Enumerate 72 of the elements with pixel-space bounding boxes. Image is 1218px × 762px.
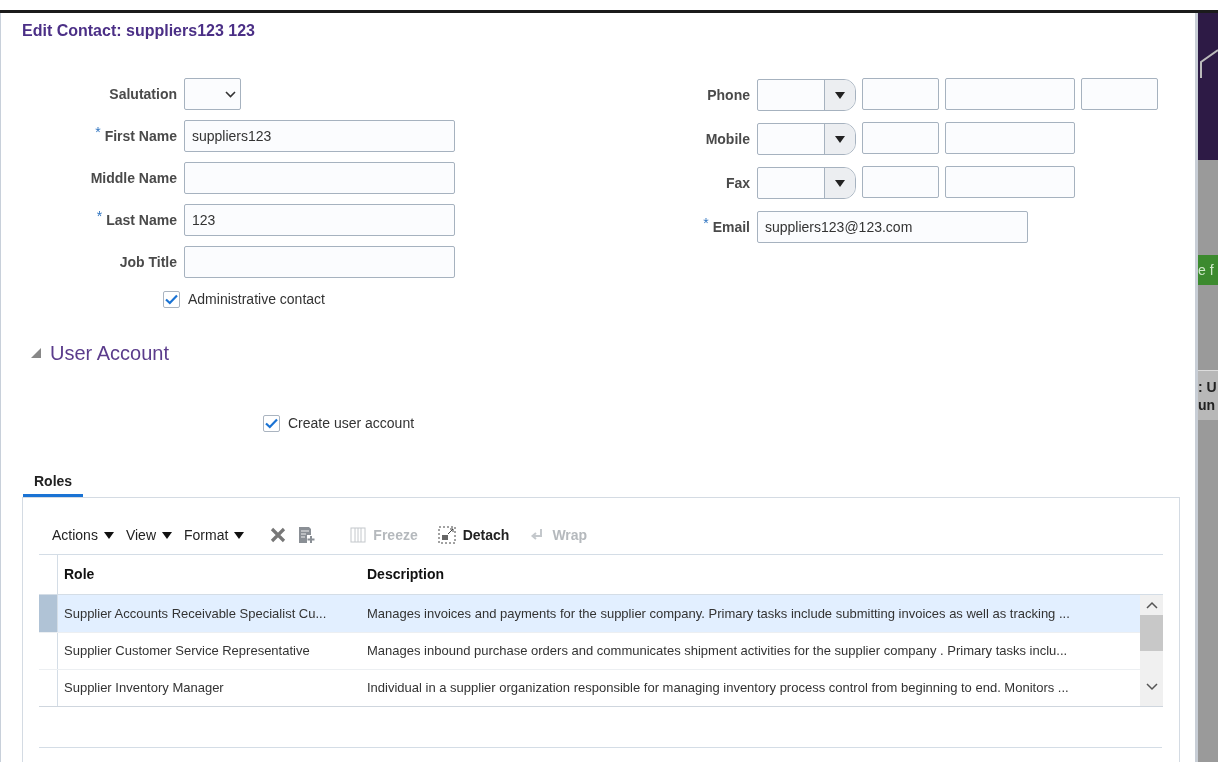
dialog-title: Edit Contact: suppliers123 123 bbox=[22, 21, 256, 41]
detach-button[interactable]: Detach bbox=[437, 524, 510, 546]
table-cell-text: Supplier Accounts Receivable Specialist Cu... bbox=[63, 604, 328, 623]
close-icon bbox=[270, 527, 287, 543]
country-code-select[interactable] bbox=[757, 123, 856, 155]
field-label: Email bbox=[712, 217, 750, 237]
chevron-down-icon bbox=[1145, 683, 1158, 691]
checkbox[interactable] bbox=[263, 415, 280, 432]
menu-button[interactable]: View bbox=[125, 524, 172, 546]
required-icon: * bbox=[96, 209, 103, 222]
table-cell-text: Manages invoices and payments for the supplier company. Primary tasks include submitting invoices as well as tracking ... bbox=[366, 604, 1070, 623]
text-field[interactable] bbox=[184, 162, 455, 194]
caret-down-icon bbox=[103, 531, 114, 539]
field-label: Middle Name bbox=[90, 168, 177, 188]
detach-icon bbox=[437, 526, 456, 544]
chevron-down-icon bbox=[225, 90, 236, 98]
column-header: Role bbox=[63, 565, 96, 584]
table-row[interactable]: Supplier Customer Service Representative Manages inbound purchase orders and communicates shipment activities for the supplier company . Primary tasks inclu... bbox=[39, 632, 1140, 669]
checkbox[interactable] bbox=[163, 291, 180, 308]
menu-button[interactable]: Actions bbox=[52, 524, 114, 546]
table-cell-text: Supplier Inventory Manager bbox=[63, 679, 225, 698]
freeze-icon bbox=[350, 527, 367, 543]
phone-field[interactable] bbox=[945, 166, 1075, 198]
salutation-select[interactable] bbox=[184, 78, 241, 110]
table-cell-text: Individual in a supplier organization responsible for managing inventory process control from beginning to end. Monitors ... bbox=[366, 679, 1069, 698]
country-code-select[interactable] bbox=[757, 167, 856, 199]
email-field[interactable]: suppliers123@123.com bbox=[757, 211, 1028, 243]
caret-down-icon bbox=[835, 135, 845, 143]
checkbox-label: Create user account bbox=[288, 414, 415, 433]
field-label: Fax bbox=[725, 173, 750, 193]
scrollbar[interactable] bbox=[1140, 595, 1163, 706]
text-field[interactable] bbox=[184, 246, 455, 278]
check-icon bbox=[165, 294, 178, 305]
menu-button[interactable]: Format bbox=[184, 524, 245, 546]
phone-field[interactable] bbox=[945, 78, 1075, 110]
delete-button[interactable] bbox=[270, 527, 287, 543]
section-header[interactable]: User Account bbox=[30, 338, 1181, 368]
table-cell-text: Manages inbound purchase orders and communicates shipment activities for the supplier company . Primary tasks inclu... bbox=[366, 642, 1068, 661]
table-row[interactable]: Supplier Accounts Receivable Specialist Cu... Manages invoices and payments for the supplier company. Primary tasks include submitting invoices as well as tracking ... bbox=[39, 595, 1140, 632]
required-icon: * bbox=[95, 125, 101, 138]
required-icon: * bbox=[703, 216, 709, 229]
country-code-select[interactable] bbox=[757, 79, 856, 111]
caret-down-icon bbox=[835, 179, 845, 187]
table-row[interactable]: Supplier Inventory Manager Individual in a supplier organization responsible for managing inventory process control from beginning to end. Monitors ... bbox=[39, 669, 1140, 706]
field-label: Last Name bbox=[106, 210, 177, 230]
triangle-down-icon bbox=[30, 347, 42, 359]
check-icon bbox=[265, 418, 278, 429]
chevron-up-icon bbox=[1145, 601, 1158, 609]
column-header: Description bbox=[366, 565, 444, 584]
home-icon bbox=[1198, 48, 1218, 78]
checkbox-label: Administrative contact bbox=[188, 290, 325, 309]
add-row-icon bbox=[298, 526, 317, 544]
phone-field[interactable] bbox=[862, 78, 939, 110]
table-cell-text: Supplier Customer Service Representative bbox=[63, 642, 311, 661]
caret-down-icon bbox=[234, 531, 245, 539]
phone-field[interactable] bbox=[862, 122, 939, 154]
phone-field[interactable] bbox=[1081, 78, 1158, 110]
caret-down-icon bbox=[835, 91, 845, 99]
add-row-button[interactable] bbox=[298, 526, 317, 544]
field-label: Phone bbox=[707, 85, 750, 105]
tab[interactable]: Roles bbox=[23, 468, 84, 497]
field-label: Job Title bbox=[119, 252, 177, 272]
phone-field[interactable] bbox=[862, 166, 939, 198]
field-label: Mobile bbox=[705, 129, 750, 149]
caret-down-icon bbox=[162, 531, 172, 539]
text-field[interactable]: suppliers123 bbox=[184, 120, 455, 152]
text-field[interactable]: 123 bbox=[184, 204, 455, 236]
background-text: un bbox=[1198, 395, 1217, 414]
field-label: Salutation bbox=[109, 84, 177, 104]
field-label: First Name bbox=[104, 126, 177, 146]
background-text: : U bbox=[1198, 377, 1218, 396]
phone-field[interactable] bbox=[945, 122, 1075, 154]
